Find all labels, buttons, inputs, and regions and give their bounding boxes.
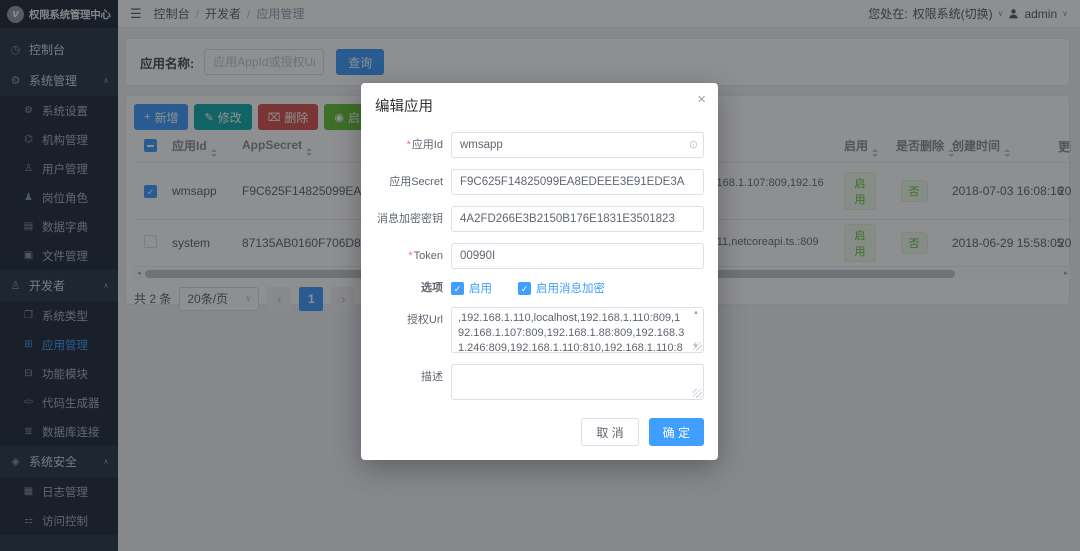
field-desc: 描述 [375, 364, 704, 400]
label-text: Token [413, 249, 443, 262]
confirm-button[interactable]: 确 定 [648, 418, 704, 446]
enable-checkbox-group[interactable]: 启用 [451, 280, 492, 296]
field-token: *Token [375, 243, 704, 269]
checkbox-label: 启用消息加密 [536, 283, 605, 295]
field-label: 消息加密密钥 [377, 212, 443, 225]
required-mark: * [406, 138, 411, 151]
field-app-secret: 应用Secret [375, 169, 704, 195]
desc-textarea[interactable] [451, 364, 704, 400]
field-options: 选项 启用 启用消息加密 [375, 280, 704, 296]
dialog-title: 编辑应用 [375, 99, 433, 115]
msg-key-input[interactable] [451, 206, 704, 232]
required-mark: * [408, 249, 413, 262]
encrypt-checkbox[interactable] [518, 281, 531, 295]
token-input[interactable] [451, 243, 704, 269]
dialog-footer: 取 消 确 定 [375, 418, 704, 446]
app-secret-input[interactable] [451, 169, 704, 195]
app-id-input[interactable] [451, 132, 704, 158]
clear-circle-icon[interactable]: ⊙ [689, 138, 698, 151]
label-text: 应用Id [411, 138, 443, 151]
field-app-id: *应用Id ⊙ [375, 132, 704, 158]
checkbox-label: 启用 [469, 283, 492, 295]
edit-app-dialog: 编辑应用 × *应用Id ⊙ 应用Secret 消息加密密钥 *Token 选项… [361, 83, 718, 460]
field-auth-url: 授权Url ,192.168.1.110,localhost,192.168.1… [375, 307, 704, 353]
auth-url-textarea[interactable]: ,192.168.1.110,localhost,192.168.1.110:8… [451, 307, 704, 353]
resize-grip[interactable] [693, 342, 702, 351]
field-label: 应用Secret [389, 175, 443, 188]
field-label: *应用Id [375, 139, 443, 152]
scroll-up-icon[interactable]: ▲ [693, 310, 699, 316]
field-label: 描述 [421, 371, 443, 383]
field-label: 选项 [421, 281, 443, 294]
field-label: *Token [375, 250, 443, 263]
close-icon[interactable]: × [697, 92, 706, 107]
field-label: 授权Url [406, 314, 443, 326]
cancel-button[interactable]: 取 消 [581, 418, 639, 446]
enable-checkbox[interactable] [451, 281, 464, 295]
encrypt-checkbox-group[interactable]: 启用消息加密 [518, 280, 605, 296]
field-msg-key: 消息加密密钥 [375, 206, 704, 232]
resize-grip[interactable] [693, 389, 702, 398]
